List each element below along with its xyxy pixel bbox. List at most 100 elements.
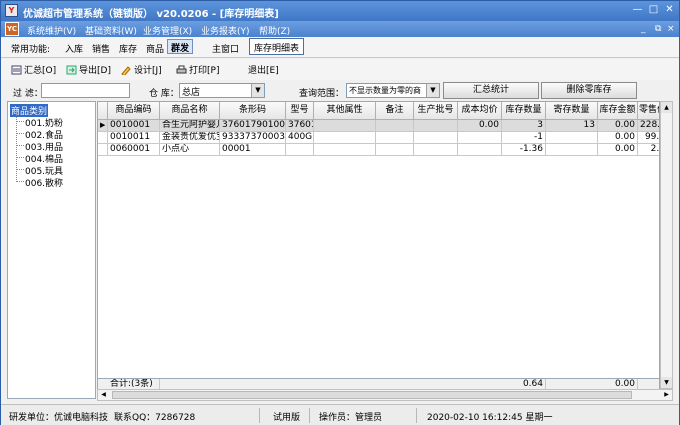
cell-attributes[interactable]: [314, 132, 376, 144]
scroll-right-icon[interactable]: ▶: [661, 390, 672, 400]
cell-batch[interactable]: [414, 120, 458, 132]
quick-broadcast[interactable]: 群发: [167, 39, 194, 54]
tree-node-bulk[interactable]: 006.散称: [25, 176, 63, 189]
cell-attributes[interactable]: [314, 144, 376, 156]
summary-stats-button[interactable]: 汇总统计: [443, 82, 539, 99]
cell-model[interactable]: 400G: [286, 132, 314, 144]
close-button[interactable]: ✕: [663, 4, 676, 17]
cell-retail[interactable]: 228.0: [638, 120, 659, 132]
col-header-model[interactable]: 型号: [286, 102, 314, 120]
menu-business[interactable]: 业务管理(X): [143, 24, 192, 37]
child-window-icon[interactable]: YC: [5, 22, 19, 36]
filter-input[interactable]: [41, 83, 130, 98]
menu-reports[interactable]: 业务报表(Y): [201, 24, 250, 37]
scope-select[interactable]: 不显示数量为零的商 ▼: [346, 83, 440, 98]
quick-inventory[interactable]: 库存: [119, 42, 137, 55]
cell-note[interactable]: [376, 144, 414, 156]
row-selector[interactable]: [98, 144, 108, 156]
cell-code[interactable]: 0010011: [108, 132, 160, 144]
exit-button[interactable]: 退出[E]: [248, 63, 279, 76]
table-row[interactable]: ▶ 0010001 合生元阿护婴儿 3760179010091 376017 0…: [98, 120, 659, 132]
cell-note[interactable]: [376, 132, 414, 144]
design-button[interactable]: 设计[J]: [121, 63, 162, 76]
warehouse-label: 仓 库：: [149, 89, 179, 99]
status-datetime: 2020-02-10 16:12:45 星期一: [427, 413, 553, 423]
col-header-cost[interactable]: 成本均价: [458, 102, 502, 120]
cell-deposit[interactable]: [546, 144, 598, 156]
printer-icon: [176, 65, 187, 73]
cell-note[interactable]: [376, 120, 414, 132]
child-restore-button[interactable]: ⧉: [655, 24, 661, 34]
col-header-attributes[interactable]: 其他属性: [314, 102, 376, 120]
col-header-qty[interactable]: 库存数量: [502, 102, 546, 120]
cell-retail[interactable]: 99.0: [638, 132, 659, 144]
cell-attributes[interactable]: [314, 120, 376, 132]
cell-deposit[interactable]: 13: [546, 120, 598, 132]
scroll-thumb[interactable]: [112, 391, 632, 399]
cell-qty[interactable]: 3: [502, 120, 546, 132]
cell-name[interactable]: 金装贵优爱优宝: [160, 132, 220, 144]
col-header-barcode[interactable]: 条形码: [220, 102, 286, 120]
cell-batch[interactable]: [414, 144, 458, 156]
cell-batch[interactable]: [414, 132, 458, 144]
tree-connector: [17, 121, 24, 122]
col-header-deposit[interactable]: 寄存数量: [546, 102, 598, 120]
menu-system[interactable]: 系统维护(V): [27, 24, 76, 37]
export-button[interactable]: 导出[D]: [66, 63, 111, 76]
quick-sales[interactable]: 销售: [92, 42, 110, 55]
status-divider: [309, 408, 310, 423]
cell-cost[interactable]: [458, 144, 502, 156]
child-close-button[interactable]: ×: [667, 24, 675, 34]
vertical-scrollbar[interactable]: ▲ ▼: [660, 101, 673, 389]
menu-basic-data[interactable]: 基础资料(W): [85, 24, 137, 37]
cell-name[interactable]: 小点心: [160, 144, 220, 156]
cell-amount[interactable]: 0.00: [598, 120, 638, 132]
cell-retail[interactable]: 2.0: [638, 144, 659, 156]
warehouse-select[interactable]: 总店 ▼: [179, 83, 265, 98]
col-header-amount[interactable]: 库存金额: [598, 102, 638, 120]
cell-model[interactable]: 376017: [286, 120, 314, 132]
col-header-batch[interactable]: 生产批号: [414, 102, 458, 120]
chevron-down-icon[interactable]: ▼: [426, 84, 439, 97]
menu-help[interactable]: 帮助(Z): [259, 24, 290, 37]
cell-amount[interactable]: 0.00: [598, 132, 638, 144]
summary-icon: [11, 65, 22, 74]
minimize-button[interactable]: —: [631, 4, 644, 17]
cell-barcode[interactable]: 00001: [220, 144, 286, 156]
row-pointer-icon: ▶: [98, 120, 108, 132]
quick-stock-in[interactable]: 入库: [65, 42, 83, 55]
delete-zero-stock-button[interactable]: 删除零库存: [541, 82, 637, 99]
maximize-button[interactable]: □: [647, 4, 660, 17]
chevron-down-icon[interactable]: ▼: [251, 84, 264, 97]
cell-code[interactable]: 0060001: [108, 144, 160, 156]
table-row[interactable]: 0060001 小点心 00001 -1.36 0.00 2.0: [98, 144, 659, 156]
quick-products[interactable]: 商品: [146, 42, 164, 55]
child-minimize-button[interactable]: _: [641, 24, 646, 34]
horizontal-scrollbar[interactable]: ◀ ▶: [97, 389, 673, 401]
col-header-code[interactable]: 商品编码: [108, 102, 160, 120]
cell-qty[interactable]: -1.36: [502, 144, 546, 156]
cell-name[interactable]: 合生元阿护婴儿: [160, 120, 220, 132]
cell-cost[interactable]: 0.00: [458, 120, 502, 132]
scroll-left-icon[interactable]: ◀: [98, 390, 109, 400]
summary-button[interactable]: 汇总[O]: [11, 63, 56, 76]
cell-barcode[interactable]: 9333737000366: [220, 132, 286, 144]
cell-barcode[interactable]: 3760179010091: [220, 120, 286, 132]
col-header-retail[interactable]: 零售价: [638, 102, 659, 120]
tab-inventory-detail[interactable]: 库存明细表: [249, 38, 305, 55]
print-button[interactable]: 打印[P]: [176, 63, 219, 76]
cell-model[interactable]: [286, 144, 314, 156]
col-header-note[interactable]: 备注: [376, 102, 414, 120]
cell-deposit[interactable]: [546, 132, 598, 144]
cell-amount[interactable]: 0.00: [598, 144, 638, 156]
tab-main-window[interactable]: 主窗口: [212, 42, 239, 55]
cell-cost[interactable]: [458, 132, 502, 144]
row-selector[interactable]: [98, 132, 108, 144]
cell-qty[interactable]: -1: [502, 132, 546, 144]
scroll-down-icon[interactable]: ▼: [661, 377, 672, 388]
scroll-up-icon[interactable]: ▲: [661, 102, 672, 113]
cell-code[interactable]: 0010001: [108, 120, 160, 132]
table-row[interactable]: 0010011 金装贵优爱优宝 9333737000366 400G -1 0.…: [98, 132, 659, 144]
quick-label: 常用功能:: [11, 45, 51, 55]
col-header-name[interactable]: 商品名称: [160, 102, 220, 120]
